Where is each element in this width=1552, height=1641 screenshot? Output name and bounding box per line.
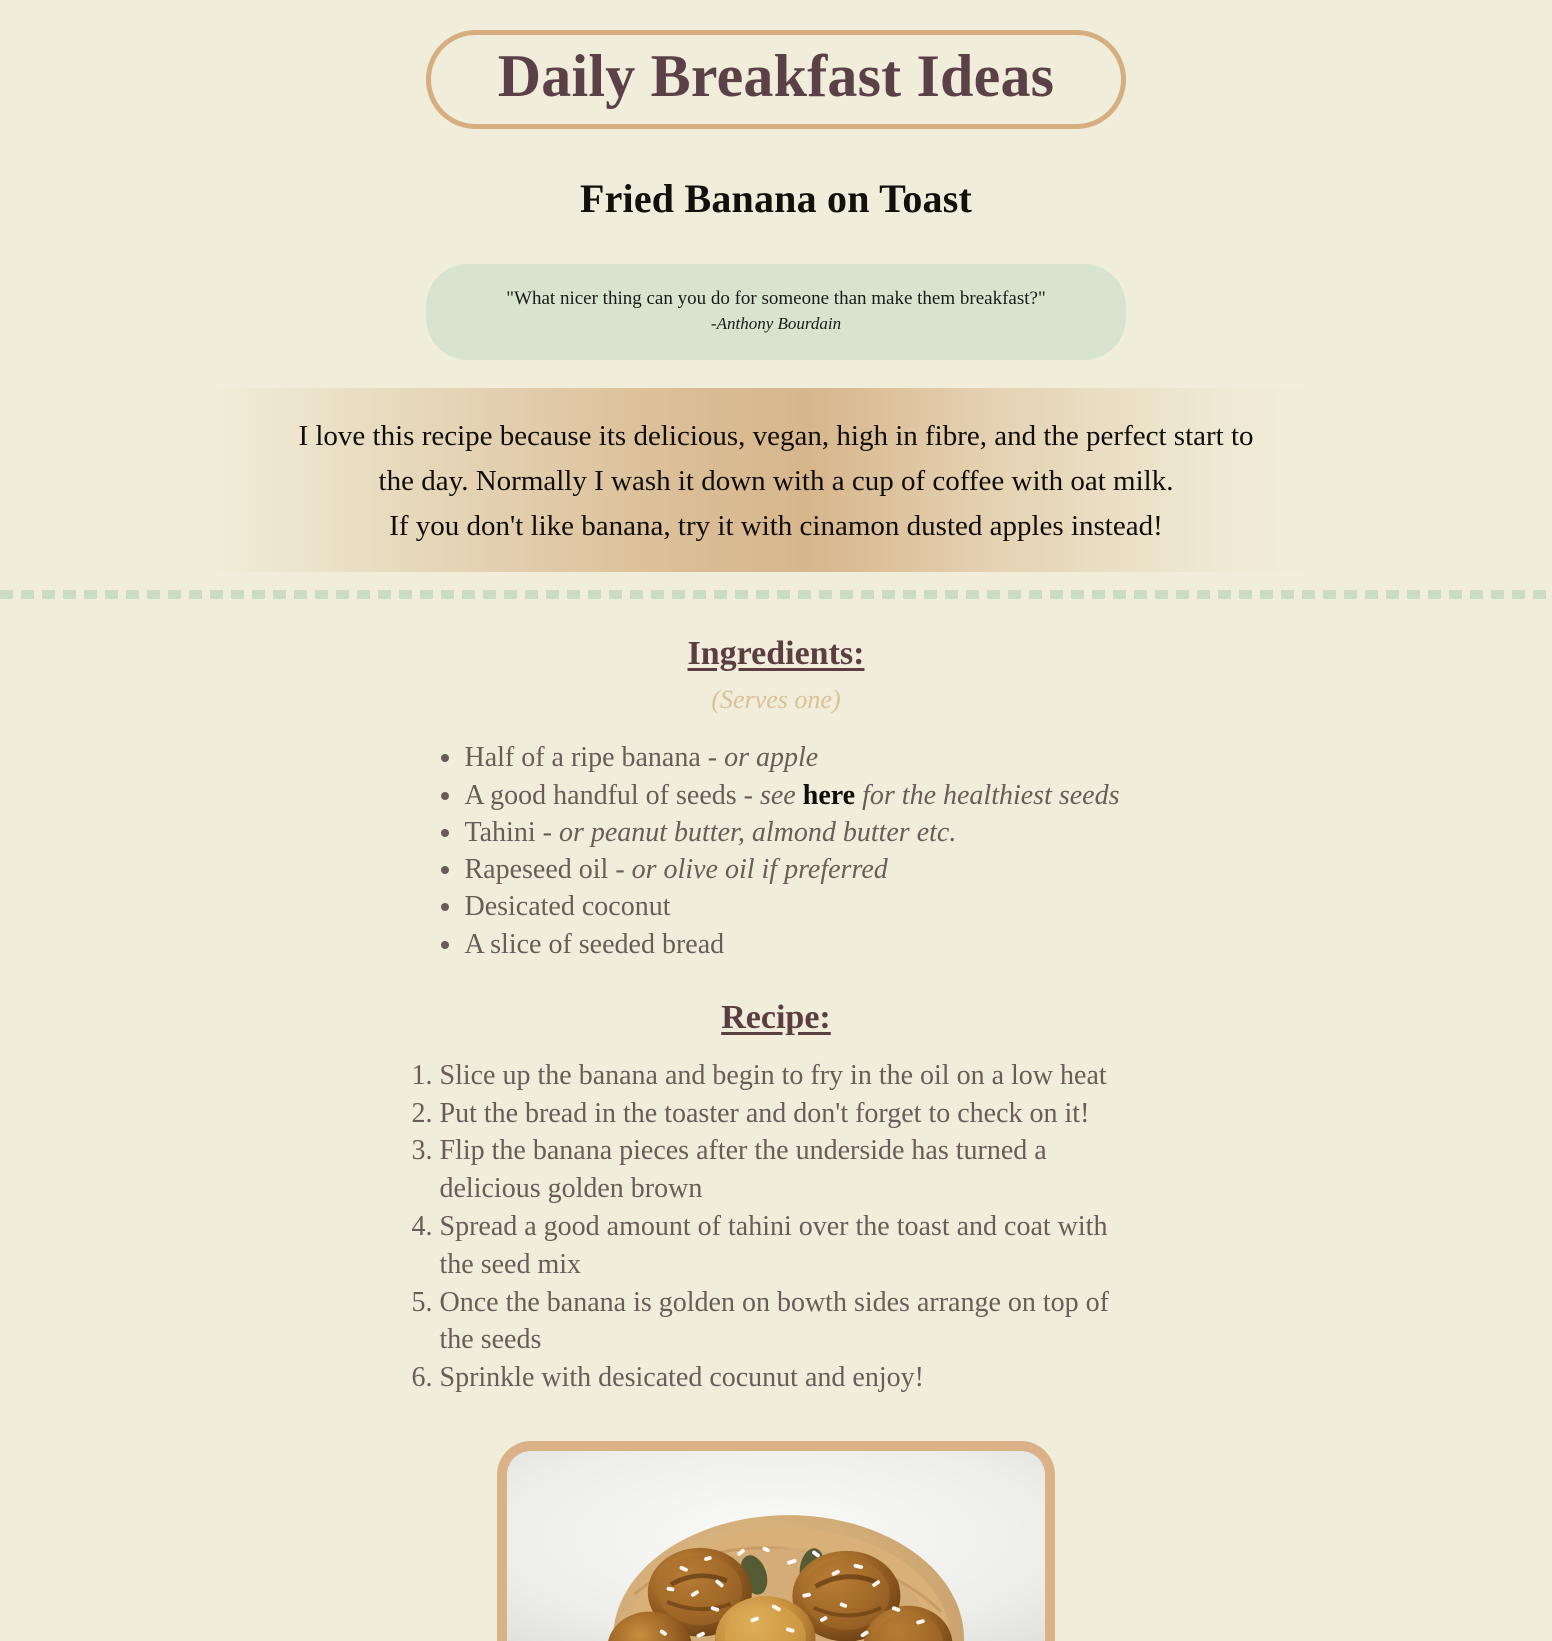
intro-paragraph: I love this recipe because its delicious…: [221, 414, 1331, 549]
ingredients-list-wrap: Half of a ripe banana - or appleA good h…: [0, 715, 1552, 962]
recipe-step: Sprinkle with desicated cocunut and enjo…: [440, 1359, 1149, 1397]
ingredient-note-after: for the healthiest seeds: [855, 779, 1120, 811]
recipe-title: Fried Banana on Toast: [579, 176, 973, 221]
ingredient-note: or apple: [724, 742, 819, 774]
recipe-page: Daily Breakfast Ideas Fried Banana on To…: [0, 0, 1552, 1641]
recipe-steps-list: Slice up the banana and begin to fry in …: [404, 1057, 1149, 1397]
ingredient-name: A slice of seeded bread: [464, 928, 725, 960]
site-title: Daily Breakfast Ideas: [497, 43, 1055, 109]
recipe-step: Flip the banana pieces after the undersi…: [440, 1132, 1149, 1208]
quote-text: "What nicer thing can you do for someone…: [506, 288, 1046, 309]
quote-author: -Anthony Bourdain: [710, 313, 842, 333]
recipe-step: Put the bread in the toaster and don't f…: [440, 1095, 1149, 1133]
quote-wrap: "What nicer thing can you do for someone…: [0, 264, 1552, 360]
ingredient-note: or olive oil if preferred: [631, 854, 888, 886]
ingredient-name: Rapeseed oil: [464, 854, 609, 886]
recipe-step: Spread a good amount of tahini over the …: [440, 1208, 1149, 1284]
intro-gradient-band: I love this recipe because its delicious…: [0, 387, 1552, 573]
dashed-divider: [0, 590, 1552, 600]
ingredient-item: Rapeseed oil - or olive oil if preferred: [464, 851, 1119, 888]
ingredient-item: A good handful of seeds - see here for t…: [464, 777, 1119, 814]
ingredient-item: A slice of seeded bread: [464, 926, 1119, 963]
ingredient-name: Desicated coconut: [464, 891, 671, 923]
photo-wrap: [0, 1441, 1552, 1641]
site-title-banner: Daily Breakfast Ideas: [426, 30, 1126, 129]
ingredient-separator: -: [535, 816, 559, 848]
ingredient-name: A good handful of seeds: [464, 779, 737, 811]
quote-box: "What nicer thing can you do for someone…: [426, 264, 1126, 360]
ingredients-heading: Ingredients:: [687, 635, 865, 673]
ingredient-note: or peanut butter, almond butter etc.: [558, 816, 957, 848]
recipe-step: Slice up the banana and begin to fry in …: [440, 1057, 1149, 1095]
intro-line-2: the day. Normally I wash it down with a …: [378, 464, 1174, 497]
ingredient-item: Tahini - or peanut butter, almond butter…: [464, 814, 1119, 851]
ingredient-link-here[interactable]: here: [803, 780, 855, 811]
ingredients-list: Half of a ripe banana - or appleA good h…: [432, 739, 1119, 962]
intro-line-1: I love this recipe because its delicious…: [298, 419, 1254, 452]
ingredient-separator: -: [736, 779, 760, 811]
title-banner-wrap: Daily Breakfast Ideas: [0, 0, 1552, 129]
ingredient-item: Desicated coconut: [464, 888, 1119, 925]
serves-note: (Serves one): [711, 685, 841, 715]
recipe-list-wrap: Slice up the banana and begin to fry in …: [0, 1037, 1552, 1397]
recipe-photo: [507, 1451, 1045, 1641]
ingredient-separator: -: [608, 854, 632, 886]
ingredient-name: Half of a ripe banana: [464, 742, 701, 774]
recipe-heading: Recipe:: [721, 998, 831, 1036]
ingredient-name: Tahini: [464, 816, 536, 848]
ingredient-separator: -: [700, 742, 725, 774]
recipe-photo-frame: [497, 1441, 1055, 1641]
ingredient-note: see: [759, 779, 803, 811]
ingredient-item: Half of a ripe banana - or apple: [464, 739, 1119, 776]
recipe-step: Once the banana is golden on bowth sides…: [440, 1284, 1149, 1360]
intro-line-3: If you don't like banana, try it with ci…: [389, 509, 1163, 542]
